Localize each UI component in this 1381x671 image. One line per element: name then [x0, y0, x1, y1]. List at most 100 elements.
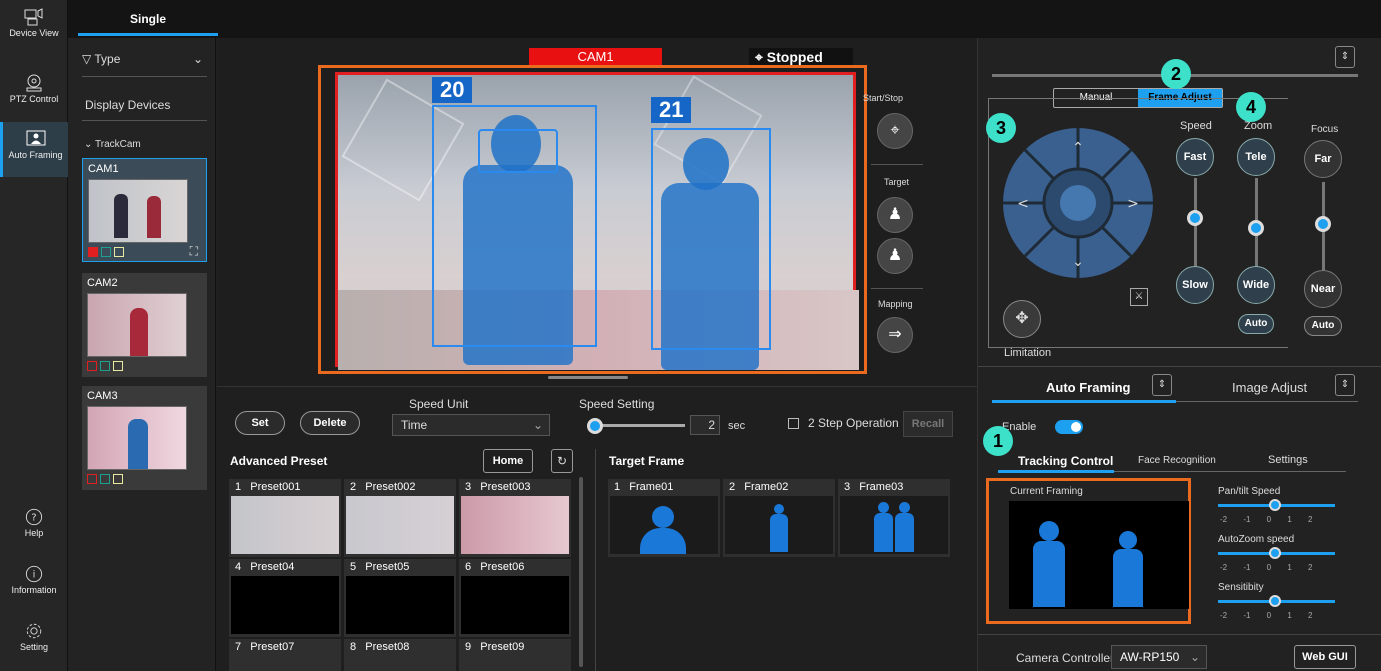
- lock-button[interactable]: ⚔: [1130, 288, 1148, 306]
- tracking-icon: ⛶: [189, 244, 198, 258]
- callout-badge: 3: [986, 113, 1016, 143]
- svg-text:i: i: [33, 570, 36, 581]
- nav-information[interactable]: i Information: [0, 557, 68, 612]
- recall-button[interactable]: Recall: [903, 411, 953, 437]
- speed-slider-knob[interactable]: [587, 418, 603, 434]
- pan-tilt-slider[interactable]: [1218, 499, 1335, 511]
- frame-1[interactable]: 1 Frame01: [608, 479, 720, 557]
- mapping-button[interactable]: ⇒: [877, 317, 913, 353]
- speed-slider-knob[interactable]: [1187, 210, 1203, 226]
- collapse-button[interactable]: ⇕: [1335, 46, 1355, 68]
- wide-button[interactable]: Wide: [1237, 266, 1275, 304]
- speed-setting-label: Speed Setting: [579, 397, 655, 411]
- start-stop-button[interactable]: ⌖: [877, 113, 913, 149]
- collapse-button[interactable]: ⇕: [1335, 374, 1355, 396]
- preset-panel: Set Delete Speed Unit Time ⌄ Speed Setti…: [217, 386, 977, 671]
- device-list: ▽ Type ⌄ Display Devices ⌄ TrackCam CAM1…: [68, 38, 216, 671]
- preset-thumbnail: [346, 576, 454, 634]
- preset-label: 8 Preset08: [350, 641, 410, 653]
- add-target-button[interactable]: ♟: [877, 197, 913, 233]
- preset-8[interactable]: 8 Preset08: [344, 639, 456, 671]
- focus-auto-button[interactable]: Auto: [1304, 316, 1342, 336]
- target-icon: ⌖: [890, 122, 900, 139]
- type-filter[interactable]: ▽ Type ⌄: [82, 52, 207, 66]
- home-button[interactable]: Home: [483, 449, 533, 473]
- preset-9[interactable]: 9 Preset09: [459, 639, 571, 671]
- preset-5[interactable]: 5 Preset05: [344, 559, 456, 637]
- enable-toggle[interactable]: [1055, 420, 1083, 434]
- tele-button[interactable]: Tele: [1237, 138, 1275, 176]
- collapse-button[interactable]: ⇕: [1152, 374, 1172, 396]
- divider: [82, 76, 207, 77]
- near-button[interactable]: Near: [1304, 270, 1342, 308]
- mapping-icon: ⇒: [888, 326, 902, 343]
- two-step-checkbox[interactable]: [788, 418, 799, 429]
- remove-target-button[interactable]: ♟: [877, 238, 913, 274]
- zoom-slider-knob[interactable]: [1248, 220, 1264, 236]
- resize-handle[interactable]: [548, 376, 628, 379]
- status-indicator: [100, 474, 110, 484]
- help-icon: ?: [25, 508, 43, 526]
- chevron-down-icon: ⌄: [1189, 650, 1200, 664]
- toggle-knob: [1071, 422, 1081, 432]
- preset-6[interactable]: 6 Preset06: [459, 559, 571, 637]
- tab-settings[interactable]: Settings: [1268, 454, 1308, 466]
- camera-controller-select[interactable]: AW-RP150 ⌄: [1111, 645, 1207, 669]
- autozoom-slider-knob[interactable]: [1268, 547, 1281, 559]
- preset-2[interactable]: 2 Preset002: [344, 479, 456, 557]
- nav-auto-framing[interactable]: Auto Framing: [0, 122, 68, 177]
- nav-ptz-control[interactable]: PTZ Control: [0, 66, 68, 121]
- target-box[interactable]: [651, 128, 771, 350]
- camera-preview[interactable]: 20 21: [335, 72, 859, 370]
- tab-face-recognition[interactable]: Face Recognition: [1138, 455, 1216, 466]
- tab-tracking-control[interactable]: Tracking Control: [1018, 454, 1113, 468]
- limitation-button[interactable]: ✥: [1003, 300, 1041, 338]
- refresh-icon: ↻: [556, 454, 568, 468]
- sensitivity-slider-knob[interactable]: [1268, 595, 1281, 607]
- set-button[interactable]: Set: [235, 411, 285, 435]
- preset-1[interactable]: 1 Preset001: [229, 479, 341, 557]
- speed-unit-select[interactable]: Time ⌄: [392, 414, 550, 436]
- tab-auto-framing[interactable]: Auto Framing: [1046, 380, 1131, 395]
- focus-slider-knob[interactable]: [1315, 216, 1331, 232]
- device-name: CAM2: [87, 277, 118, 289]
- speed-slider[interactable]: [587, 418, 685, 434]
- preset-4[interactable]: 4 Preset04: [229, 559, 341, 637]
- nav-device-view[interactable]: Device View: [0, 0, 68, 55]
- preset-3[interactable]: 3 Preset003: [459, 479, 571, 557]
- speed-label: Speed: [1180, 120, 1212, 132]
- chevron-updown-icon: ⇕: [1340, 51, 1350, 62]
- far-button[interactable]: Far: [1304, 140, 1342, 178]
- device-card-cam3[interactable]: CAM3: [82, 386, 207, 490]
- slow-button[interactable]: Slow: [1176, 266, 1214, 304]
- autozoom-slider[interactable]: [1218, 547, 1335, 559]
- speed-input[interactable]: 2: [690, 415, 720, 435]
- frame-label: 3 Frame03: [844, 481, 904, 493]
- preset-7[interactable]: 7 Preset07: [229, 639, 341, 671]
- pan-tilt-slider-knob[interactable]: [1268, 499, 1281, 511]
- frame-3[interactable]: 3 Frame03: [838, 479, 950, 557]
- web-gui-button[interactable]: Web GUI: [1294, 645, 1356, 669]
- svg-text:>: >: [1127, 196, 1139, 212]
- unlock-icon: ⚔: [1134, 291, 1144, 302]
- divider: [988, 98, 1052, 99]
- preset-scrollbar[interactable]: [579, 477, 583, 667]
- zoom-auto-button[interactable]: Auto: [1238, 314, 1274, 334]
- status-indicator: [87, 361, 97, 371]
- pan-tilt-joystick[interactable]: ⌃ ⌄ < >: [1003, 128, 1153, 278]
- callout-badge: 4: [1236, 92, 1266, 122]
- nav-setting[interactable]: Setting: [0, 614, 68, 669]
- sensitivity-slider[interactable]: [1218, 595, 1335, 607]
- tab-image-adjust[interactable]: Image Adjust: [1232, 380, 1307, 395]
- fast-button[interactable]: Fast: [1176, 138, 1214, 176]
- focus-label: Focus: [1311, 124, 1339, 135]
- device-card-cam1[interactable]: CAM1 ⛶: [82, 158, 207, 262]
- svg-text:<: <: [1017, 196, 1029, 212]
- frame-2[interactable]: 2 Frame02: [723, 479, 835, 557]
- nav-help[interactable]: ? Help: [0, 500, 68, 555]
- group-trackcam[interactable]: ⌄ TrackCam: [84, 139, 141, 150]
- refresh-button[interactable]: ↻: [551, 449, 573, 473]
- device-card-cam2[interactable]: CAM2: [82, 273, 207, 377]
- tab-single[interactable]: Single: [78, 12, 218, 36]
- delete-button[interactable]: Delete: [300, 411, 360, 435]
